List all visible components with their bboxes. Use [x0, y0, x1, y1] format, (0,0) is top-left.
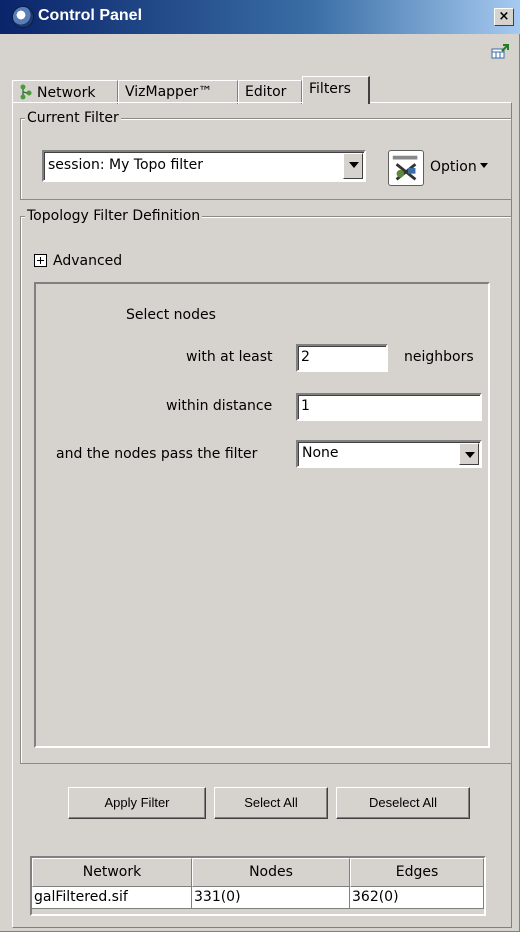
column-header-network[interactable]: Network — [32, 858, 192, 887]
within-distance-label: within distance — [166, 398, 273, 414]
apply-filter-button[interactable]: Apply Filter — [68, 787, 206, 819]
deselect-all-button[interactable]: Deselect All — [336, 787, 470, 819]
chevron-down-icon[interactable] — [459, 443, 479, 465]
tab-filters[interactable]: Filters — [302, 76, 370, 104]
filter-options-icon — [388, 150, 424, 186]
pass-filter-label: and the nodes pass the filter — [56, 446, 258, 462]
option-label: Option — [430, 159, 488, 175]
table-cell-edges[interactable]: 362(0) — [350, 887, 484, 909]
table-cell-nodes[interactable]: 331(0) — [192, 887, 350, 909]
cytoscape-app-icon — [12, 6, 34, 28]
at-least-label: with at least — [186, 349, 273, 365]
table-cell-network[interactable]: galFiltered.sif — [32, 887, 192, 909]
chevron-down-icon[interactable] — [343, 153, 363, 179]
current-filter-select[interactable]: session: My Topo filter — [42, 150, 366, 182]
expand-plus-icon[interactable] — [34, 254, 47, 267]
column-header-nodes[interactable]: Nodes — [192, 858, 350, 887]
control-panel-window: Control Panel × Network VizMapper™ Edito… — [0, 0, 520, 932]
caret-down-icon — [479, 163, 488, 168]
tab-network[interactable]: Network — [12, 80, 118, 104]
neighbors-label: neighbors — [404, 349, 474, 365]
topology-filter-title: Topology Filter Definition — [25, 207, 203, 225]
advanced-toggle[interactable]: Advanced — [34, 253, 122, 269]
network-tree-icon — [20, 84, 32, 100]
title-bar[interactable]: Control Panel × — [0, 0, 520, 34]
window-title: Control Panel — [38, 7, 143, 24]
current-filter-title: Current Filter — [25, 109, 121, 127]
tab-network-label: Network — [37, 85, 96, 101]
tab-editor[interactable]: Editor — [238, 80, 302, 104]
close-button[interactable]: × — [494, 8, 514, 26]
tab-vizmapper-label: VizMapper™ — [125, 84, 213, 100]
tab-editor-label: Editor — [245, 84, 287, 100]
column-header-edges[interactable]: Edges — [350, 858, 484, 887]
tab-vizmapper[interactable]: VizMapper™ — [118, 80, 238, 104]
undock-icon[interactable] — [491, 44, 509, 60]
option-menu-button[interactable]: Option — [388, 148, 506, 188]
current-filter-value: session: My Topo filter — [48, 157, 204, 173]
advanced-label: Advanced — [53, 253, 123, 269]
pass-filter-value: None — [302, 445, 339, 461]
select-nodes-label: Select nodes — [126, 307, 216, 323]
distance-input[interactable]: 1 — [296, 393, 482, 421]
option-label-text: Option — [430, 159, 477, 175]
network-stats-table: Network Nodes Edges galFiltered.sif 331(… — [30, 856, 486, 916]
min-neighbors-input[interactable]: 2 — [296, 344, 388, 372]
pass-filter-select[interactable]: None — [296, 440, 482, 468]
select-all-button[interactable]: Select All — [214, 787, 328, 819]
tab-filters-label: Filters — [309, 81, 351, 97]
